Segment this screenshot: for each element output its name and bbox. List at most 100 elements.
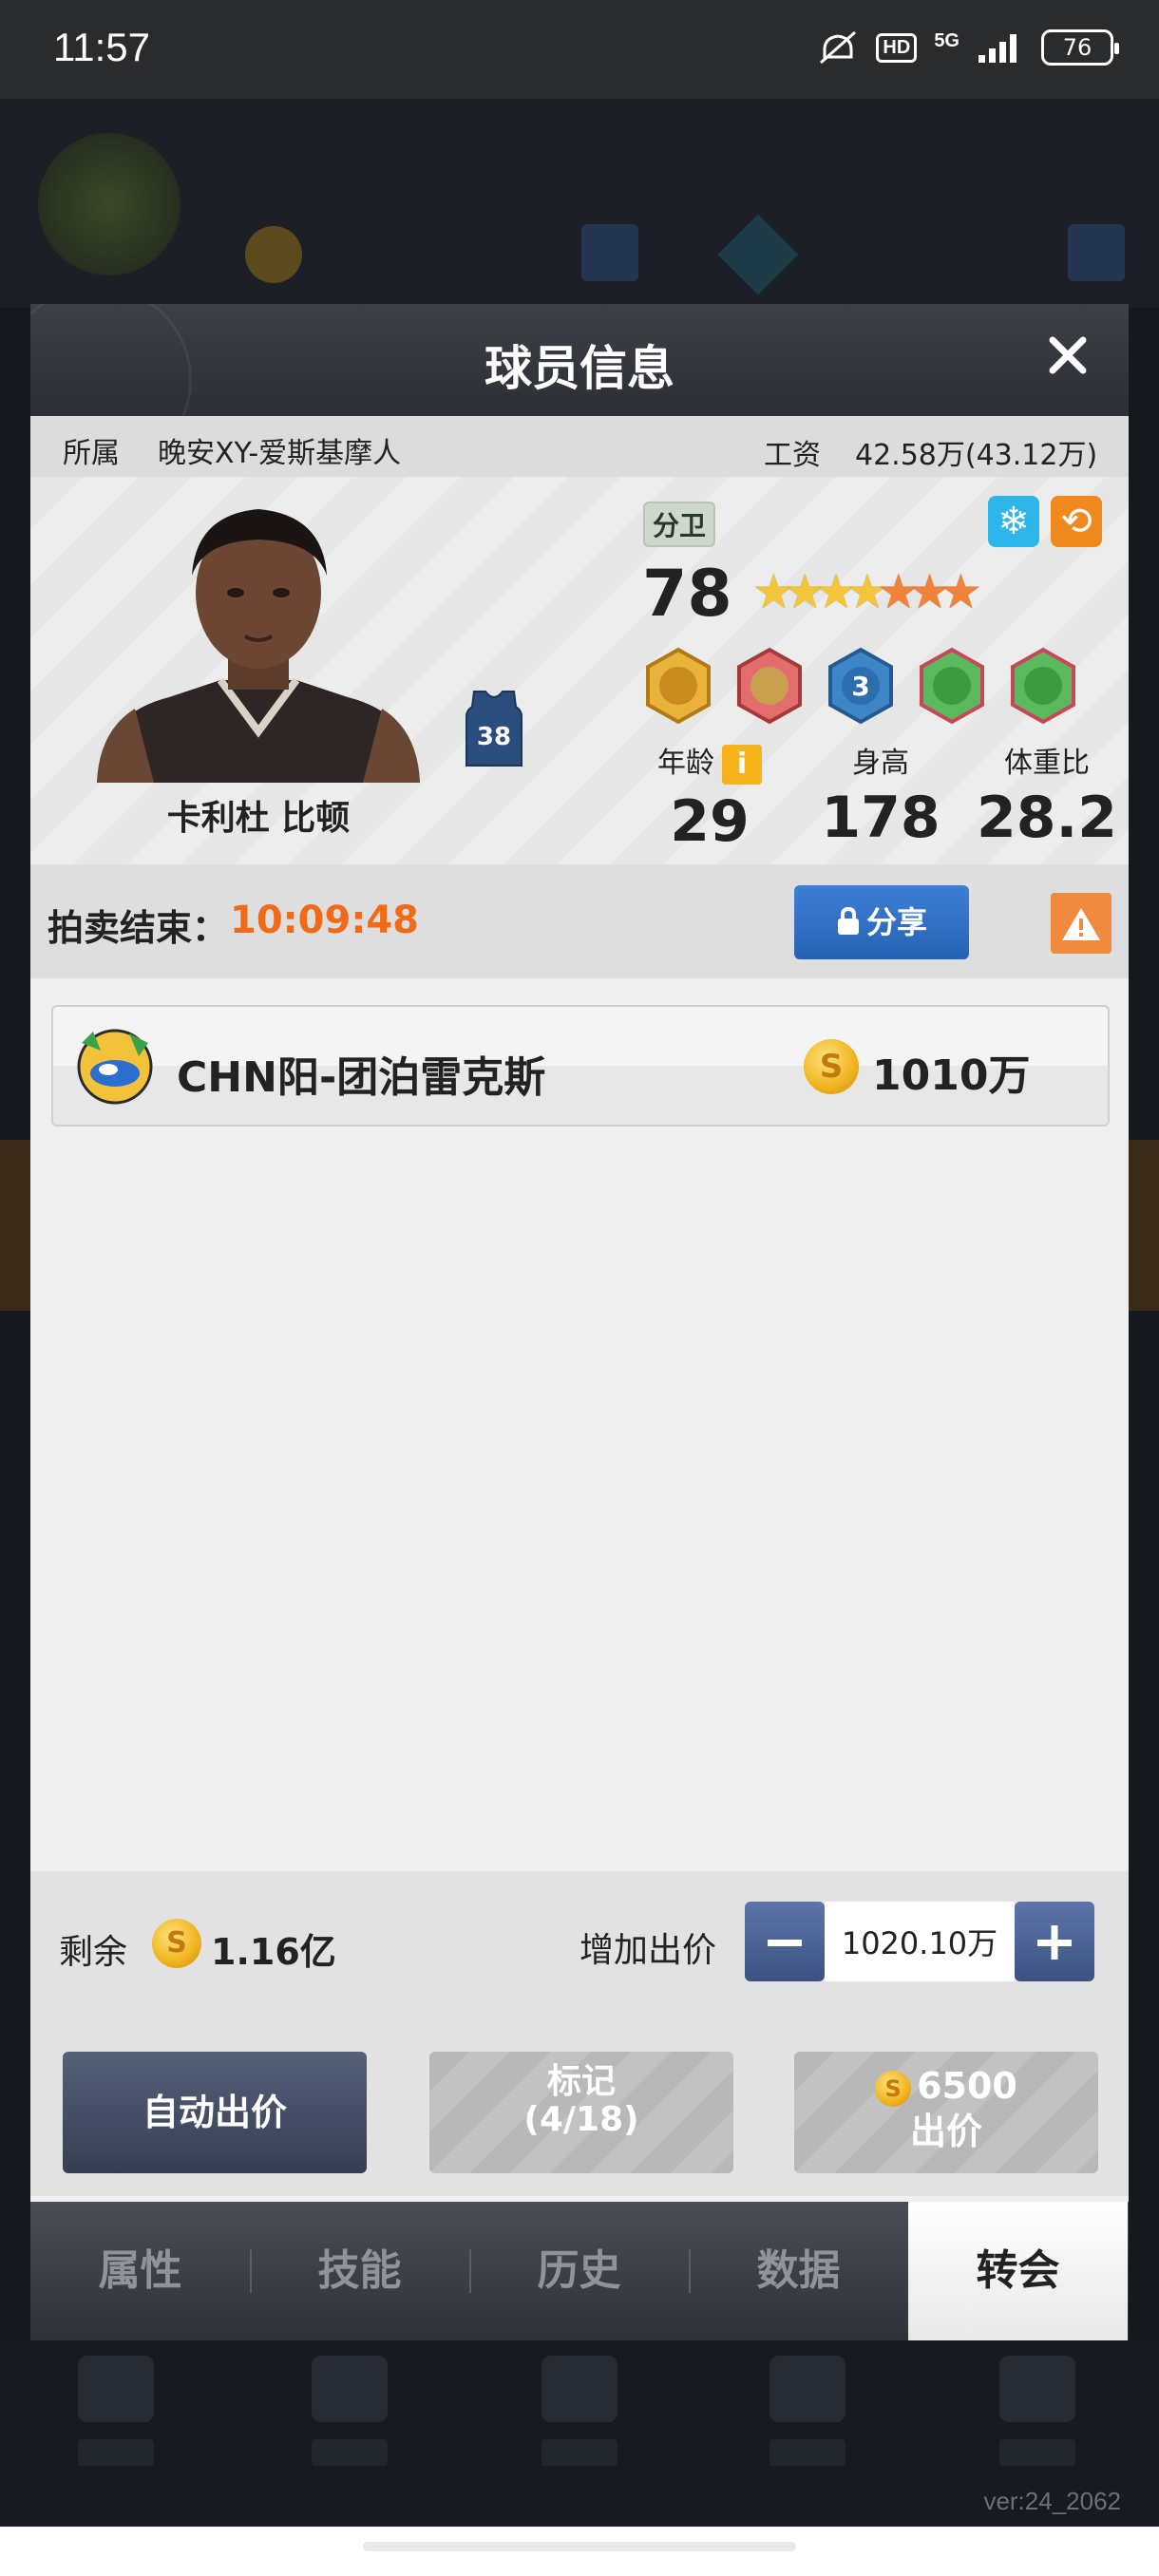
background-nav-item	[532, 2356, 627, 2489]
minus-icon	[768, 1940, 802, 1946]
star-icon: ★	[846, 564, 888, 619]
salary-value: 42.58万(43.12万)	[855, 439, 1098, 472]
modal-title: 球员信息	[484, 341, 674, 396]
star-rating: ★★★★★★★	[752, 564, 982, 619]
share-button[interactable]: 分享	[794, 885, 969, 959]
bid-amount: 1010万	[872, 1051, 1031, 1100]
status-icons: HD 5G 76	[817, 28, 1119, 66]
mark-button[interactable]: 标记 (4/18)	[429, 2052, 733, 2173]
team-label: 所属	[63, 437, 120, 470]
snowflake-icon[interactable]: ❄	[988, 496, 1039, 547]
modal-header: 球员信息	[30, 304, 1129, 475]
hd-icon: HD	[876, 32, 918, 63]
battery-icon: 76	[1041, 29, 1119, 66]
player-info-modal: 球员信息 所属 晚安XY-爱斯基摩人 工资 42.58万(43.12万) 卡利杜…	[30, 304, 1129, 2340]
auction-row: 拍卖结束： 10:09:48 分享	[30, 864, 1129, 978]
jersey-number: 38	[477, 723, 511, 751]
stat-height: 身高 178	[809, 739, 952, 851]
background-nav-item	[990, 2356, 1085, 2489]
jersey-icon: 38	[466, 691, 522, 767]
player-card: 卡利杜 比顿 38 分卫 ❄ ⟲ 78 ★★★★★★★ 3 年龄 i 29 身高 …	[30, 477, 1129, 864]
coin-icon: S	[804, 1039, 859, 1094]
tab-transfer[interactable]: 转会	[908, 2202, 1128, 2340]
status-time: 11:57	[53, 25, 150, 69]
stat-label: 身高	[852, 747, 909, 780]
signal-icon	[978, 34, 1016, 63]
remaining-value: 1.16亿	[211, 1931, 336, 1973]
star-icon: ★	[908, 564, 951, 619]
home-indicator[interactable]	[363, 2542, 796, 2551]
player-portrait	[97, 509, 420, 783]
skill-badges: 3	[638, 646, 1083, 726]
bid-list: CHN阳-团泊雷克斯 S 1010万	[30, 978, 1129, 1871]
tab-attributes[interactable]: 属性	[30, 2202, 250, 2340]
star-icon: ★	[939, 564, 982, 619]
swap-icon[interactable]: ⟲	[1051, 496, 1102, 547]
stat-label: 体重比	[1004, 747, 1090, 780]
star-icon: ★	[752, 564, 795, 619]
status-bar: 11:57 HD 5G 76	[0, 0, 1159, 99]
increase-bid-button[interactable]	[1015, 1902, 1094, 1981]
stat-value: 28.2	[976, 785, 1118, 851]
mark-count: (4/18)	[523, 2100, 639, 2139]
list-item[interactable]: CHN阳-团泊雷克斯 S 1010万	[51, 1005, 1110, 1127]
auction-end-label: 拍卖结束：	[48, 907, 229, 949]
tab-skills[interactable]: 技能	[250, 2202, 469, 2340]
bid-button[interactable]: S 6500 出价	[794, 2052, 1098, 2173]
close-button[interactable]	[1047, 332, 1089, 386]
bid-amount-field[interactable]	[825, 1902, 1015, 1981]
bid-controls: 剩余 S 1.16亿 增加出价 自动出价 标记 (4/18) S6500 出价	[30, 1871, 1129, 2196]
background-plus-icon	[581, 224, 638, 281]
bid-cost: 6500	[917, 2065, 1017, 2107]
background-side-right	[1129, 1140, 1159, 1311]
bid-team-name: CHN阳-团泊雷克斯	[177, 1053, 546, 1102]
network-label: 5G	[934, 30, 960, 51]
background-team-logo	[38, 133, 180, 275]
navigation-bar	[0, 2527, 1159, 2576]
stat-value: 178	[821, 785, 940, 851]
team-logo-icon	[77, 1029, 153, 1105]
background-plus-icon-2	[1068, 224, 1125, 281]
green-skill-icon[interactable]	[912, 646, 992, 726]
player-name: 卡利杜 比顿	[166, 799, 351, 838]
three-point-skill-icon[interactable]: 3	[821, 646, 901, 726]
warning-icon	[1062, 908, 1100, 940]
auto-bid-button[interactable]: 自动出价	[63, 2052, 367, 2173]
background-nav-item	[68, 2356, 163, 2489]
star-icon: ★	[783, 564, 826, 619]
info-icon[interactable]: i	[722, 744, 762, 785]
star-icon: ★	[877, 564, 920, 619]
background-coin-icon	[245, 226, 302, 283]
green-skill-icon-2[interactable]	[1003, 646, 1083, 726]
mute-icon	[820, 30, 857, 65]
player-rating: 78	[642, 557, 732, 632]
tab-data[interactable]: 数据	[689, 2202, 908, 2340]
gold-skill-icon[interactable]	[638, 646, 718, 726]
stat-label: 年龄	[657, 747, 714, 780]
tab-history[interactable]: 历史	[469, 2202, 689, 2340]
team-salary-row: 所属 晚安XY-爱斯基摩人 工资 42.58万(43.12万)	[30, 416, 1129, 477]
red-skill-icon[interactable]	[730, 646, 809, 726]
plus-icon	[1037, 1925, 1072, 1960]
auto-bid-label: 自动出价	[142, 2092, 287, 2133]
report-warning-button[interactable]	[1051, 893, 1112, 954]
salary-label: 工资	[764, 439, 821, 472]
svg-text:3: 3	[851, 671, 869, 702]
lock-icon	[837, 906, 859, 935]
coin-icon: S	[875, 2070, 912, 2107]
coin-icon: S	[152, 1919, 201, 1968]
remaining-label: 剩余	[59, 1933, 128, 1972]
share-label: 分享	[865, 904, 927, 940]
background-nav-item	[760, 2356, 855, 2489]
star-icon: ★	[814, 564, 858, 619]
tab-bar: 属性 技能 历史 数据 转会	[30, 2202, 1129, 2340]
auction-countdown: 10:09:48	[230, 899, 419, 942]
decrease-bid-button[interactable]	[745, 1902, 825, 1981]
background-side-left	[0, 1140, 30, 1311]
background-nav-item	[302, 2356, 397, 2489]
stat-age: 年龄 i 29	[638, 739, 781, 855]
version-label: ver:24_2062	[983, 2487, 1121, 2515]
mark-label: 标记	[546, 2062, 616, 2101]
stat-weight-ratio: 体重比 28.2	[961, 739, 1129, 851]
bid-label: 出价	[909, 2111, 982, 2152]
